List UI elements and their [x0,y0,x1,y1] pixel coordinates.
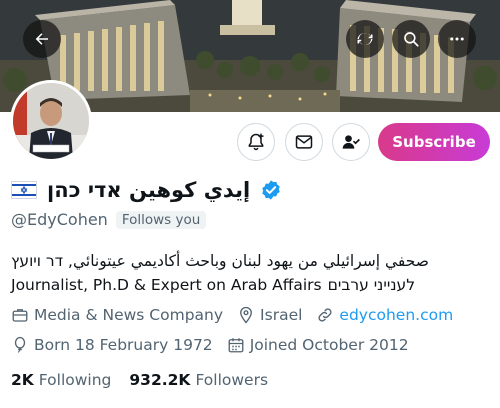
followers-label: Followers [195,371,269,389]
location-pin-icon [240,306,252,324]
bio-line-2: Journalist, Ph.D & Expert on Arab Affair… [11,273,461,297]
verified-badge-icon[interactable] [260,179,282,201]
display-name: إيدي كوهين אדי כהן [47,178,251,202]
more-icon [450,37,464,41]
arrow-left-icon [35,33,48,45]
subscribe-button[interactable]: Subscribe [378,123,490,161]
avatar[interactable] [10,80,92,162]
location-item: Israel [237,306,302,324]
following-label: Following [38,371,112,389]
refresh-button[interactable] [346,20,384,58]
calendar-icon [228,338,244,353]
follow-stats: 2K Following 932.2K Followers [11,371,268,389]
bio-line-1: صحفي إسرائيلي من يهود لبنان وباحث أكاديم… [11,252,429,270]
bio: صحفي إسرائيلي من يهود لبنان وباحث أكاديم… [11,249,461,297]
bio-english: Journalist, Ph.D & Expert on Arab Affair… [11,276,322,294]
birth-text: Born 18 February 1972 [34,336,213,354]
israel-flag-icon [11,181,37,199]
briefcase-icon [12,309,28,322]
mail-icon [295,135,313,149]
search-button[interactable] [392,20,430,58]
followers-stat[interactable]: 932.2K Followers [129,371,268,389]
back-button[interactable] [23,20,61,58]
refresh-icon [357,33,373,45]
bio-hebrew: לענייני ערבים [327,276,416,294]
birth-item: Born 18 February 1972 [11,336,213,354]
search-icon [404,32,419,47]
avatar-photo [13,83,89,159]
profile-name-row: إيدي كوهين אדי כהן [11,176,282,204]
profile-meta-row-1: Media & News Company Israel edycohen.com [11,306,463,324]
following-count: 2K [11,371,34,389]
joined-text: Joined October 2012 [249,336,409,354]
followers-count: 932.2K [129,371,191,389]
joined-item: Joined October 2012 [227,336,409,354]
profile-meta-row-2: Born 18 February 1972 Joined October 201… [11,336,419,354]
balloon-icon [14,336,26,353]
notifications-button[interactable] [237,123,275,161]
website-link[interactable]: edycohen.com [339,306,453,324]
website-item[interactable]: edycohen.com [316,306,453,324]
link-icon [318,308,332,322]
location-text: Israel [260,306,303,324]
category-text: Media & News Company [34,306,224,324]
person-check-icon [342,135,360,149]
handle-row: @EdyCohen Follows you [11,210,207,229]
follows-you-badge: Follows you [115,210,207,229]
following-stat[interactable]: 2K Following [11,371,111,389]
handle: @EdyCohen [11,210,108,229]
message-button[interactable] [285,123,323,161]
category-item: Media & News Company [11,306,223,324]
bell-plus-icon [248,133,264,151]
more-button[interactable] [438,20,476,58]
following-button[interactable] [332,123,370,161]
